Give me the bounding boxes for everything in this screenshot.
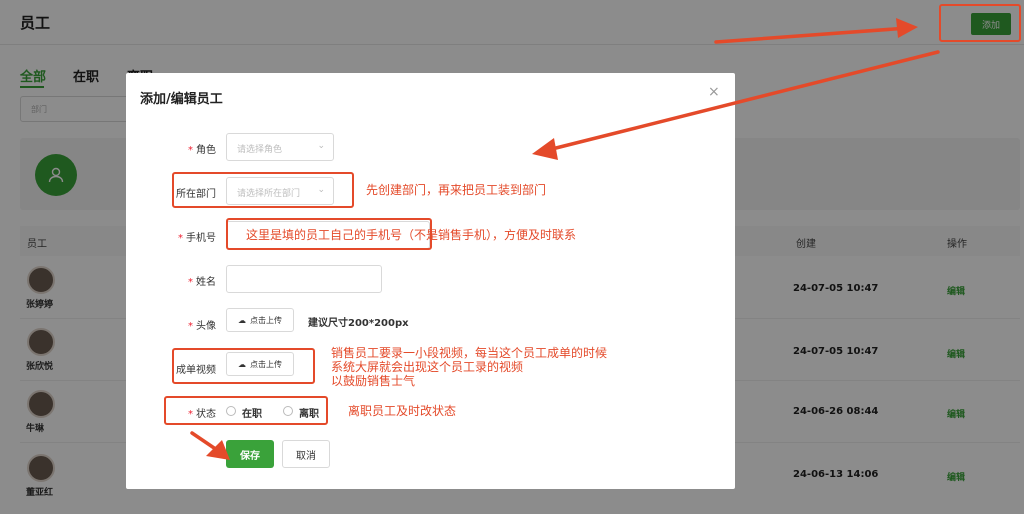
arrow-to-add: [714, 26, 910, 44]
annotation-arrows: [190, 18, 940, 460]
arrow-head: [532, 138, 558, 160]
arrow-head: [896, 18, 918, 38]
arrow-to-modal: [546, 50, 940, 152]
